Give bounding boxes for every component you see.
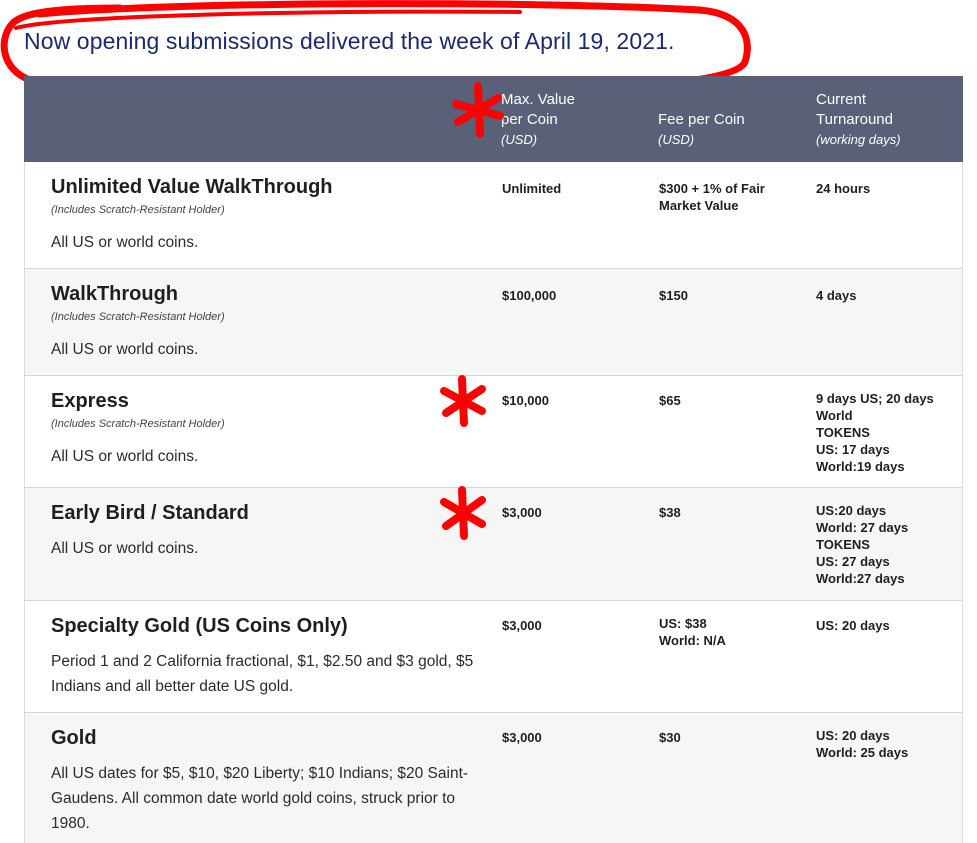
turnaround-line: US: 27 days xyxy=(816,554,890,569)
turnaround: 24 hours xyxy=(816,180,961,197)
pricing-table: Max. Value per Coin (USD) Fee per Coin (… xyxy=(24,76,963,843)
max-value: $10,000 xyxy=(502,393,549,408)
table-row: Specialty Gold (US Coins Only) Period 1 … xyxy=(24,601,963,713)
service-name: Specialty Gold (US Coins Only) xyxy=(51,615,348,637)
table-row: WalkThrough (Includes Scratch-Resistant … xyxy=(24,269,963,376)
turnaround-line: 24 hours xyxy=(816,181,871,196)
header-turnaround-unit: (working days) xyxy=(816,132,901,147)
turnaround-line: World:27 days xyxy=(816,571,905,586)
fee: $300 + 1% of Fair Market Value xyxy=(659,181,765,213)
fee: $150 xyxy=(659,288,688,303)
turnaround: US:20 days World: 27 days TOKENS US: 27 … xyxy=(816,502,961,587)
turnaround: US: 20 days World: 25 days xyxy=(816,727,961,761)
turnaround-line: World:19 days xyxy=(816,459,905,474)
header-max-value-line1: Max. Value xyxy=(501,91,575,108)
table-row: Early Bird / Standard All US or world co… xyxy=(24,488,963,601)
service-description: All US or world coins. xyxy=(51,341,199,358)
max-value: $3,000 xyxy=(502,730,542,745)
fee: $65 xyxy=(659,393,681,408)
turnaround-line: US: 20 days xyxy=(816,728,890,743)
announcement-text: Now opening submissions delivered the we… xyxy=(24,28,675,54)
header-turnaround-line1: Current xyxy=(816,91,867,108)
service-name: Unlimited Value WalkThrough xyxy=(51,176,333,198)
service-note: (Includes Scratch-Resistant Holder) xyxy=(51,204,225,216)
table-row: Unlimited Value WalkThrough (Includes Sc… xyxy=(24,162,963,269)
header-max-value-unit: (USD) xyxy=(501,132,538,147)
header-fee-label: Fee per Coin xyxy=(658,111,745,128)
service-note: (Includes Scratch-Resistant Holder) xyxy=(51,418,225,430)
header-fee: Fee per Coin (USD) xyxy=(658,110,788,150)
service-description: All US or world coins. xyxy=(51,540,199,557)
turnaround-line: US: 20 days xyxy=(816,618,890,633)
max-value: $100,000 xyxy=(502,288,557,303)
header-max-value-line2: per Coin xyxy=(501,111,558,128)
turnaround-line: US:20 days xyxy=(816,503,887,518)
turnaround-line: TOKENS xyxy=(816,425,870,440)
fee-line: US: $38 xyxy=(659,616,707,631)
service-description: All US dates for $5, $10, $20 Liberty; $… xyxy=(51,765,469,832)
service-name: Express xyxy=(51,390,129,412)
fee: $30 xyxy=(659,730,681,745)
turnaround-line: 4 days xyxy=(816,288,857,303)
service-description: All US or world coins. xyxy=(51,234,199,251)
service-description: Period 1 and 2 California fractional, $1… xyxy=(51,653,474,695)
turnaround-line: World: 25 days xyxy=(816,745,909,760)
service-name: WalkThrough xyxy=(51,283,179,305)
fee: US: $38 World: N/A xyxy=(659,615,799,649)
turnaround: US: 20 days xyxy=(816,617,961,634)
max-value: $3,000 xyxy=(502,505,542,520)
turnaround-line: TOKENS xyxy=(816,537,870,552)
turnaround-line: World: 27 days xyxy=(816,520,909,535)
max-value: Unlimited xyxy=(502,181,562,196)
header-turnaround: Current Turnaround (working days) xyxy=(816,90,956,150)
turnaround: 9 days US; 20 days World TOKENS US: 17 d… xyxy=(816,390,951,475)
service-description: All US or world coins. xyxy=(51,448,199,465)
service-name: Early Bird / Standard xyxy=(51,502,249,524)
service-note: (Includes Scratch-Resistant Holder) xyxy=(51,311,225,323)
fee-line: World: N/A xyxy=(659,633,726,648)
max-value: $3,000 xyxy=(502,618,542,633)
header-turnaround-line2: Turnaround xyxy=(816,111,893,128)
table-row: Gold All US dates for $5, $10, $20 Liber… xyxy=(24,713,963,843)
turnaround-line: 9 days US; 20 days World xyxy=(816,391,934,423)
table-row: Express (Includes Scratch-Resistant Hold… xyxy=(24,376,963,488)
header-max-value: Max. Value per Coin (USD) xyxy=(501,90,631,150)
service-name: Gold xyxy=(51,727,97,749)
turnaround: 4 days xyxy=(816,287,961,304)
turnaround-line: US: 17 days xyxy=(816,442,890,457)
fee: $38 xyxy=(659,505,681,520)
header-fee-unit: (USD) xyxy=(658,132,695,147)
table-header: Max. Value per Coin (USD) Fee per Coin (… xyxy=(24,76,963,162)
